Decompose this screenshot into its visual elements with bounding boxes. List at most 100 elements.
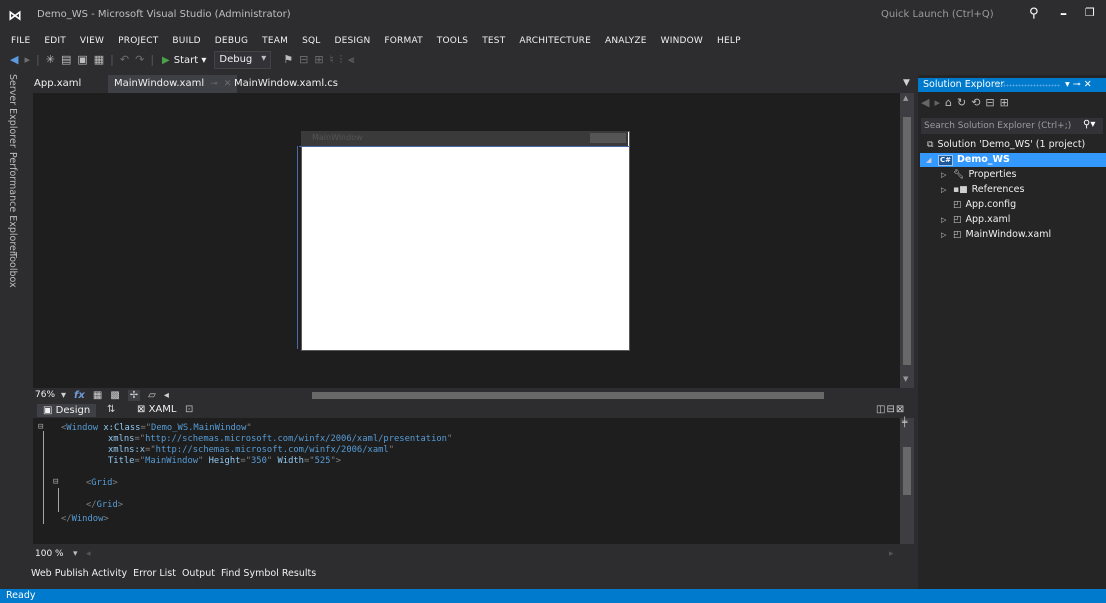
tab-web-publish-activity[interactable]: Web Publish Activity — [28, 567, 130, 581]
nav-bookmark-icon[interactable]: ⫷ — [348, 52, 354, 68]
menu-window[interactable]: WINDOW — [654, 34, 710, 48]
document-list-dropdown-icon[interactable]: ▼ — [903, 78, 910, 88]
tree-item-references[interactable]: ▷ ▪■ References — [941, 183, 1024, 197]
tab-error-list[interactable]: Error List — [130, 567, 179, 581]
search-icon[interactable]: ⚲ — [1029, 6, 1039, 21]
drag-grip[interactable] — [994, 84, 1060, 87]
editor-scroll-left-icon[interactable]: ◂ — [86, 549, 91, 559]
collapse-all-icon[interactable]: ⊟ — [985, 96, 999, 109]
collapsed-arrow-icon[interactable]: ▷ — [941, 228, 948, 242]
menu-tools[interactable]: TOOLS — [430, 34, 475, 48]
splitter-icon[interactable]: ╪ — [902, 418, 907, 428]
tree-item-solution[interactable]: ⧉ Solution 'Demo_WS' (1 project) — [927, 138, 1085, 152]
menu-project[interactable]: PROJECT — [111, 34, 165, 48]
designer-horizontal-scroll-thumb[interactable] — [312, 392, 824, 399]
refresh-icon[interactable]: ⟲ — [971, 96, 985, 109]
pin-icon[interactable]: ⊸ — [210, 79, 218, 89]
restore-button[interactable]: ❐ — [1085, 6, 1095, 19]
popout-xaml-icon[interactable]: ⊡ — [185, 404, 193, 415]
home-icon[interactable]: ⌂ — [945, 96, 957, 109]
browser-link-icon[interactable]: ⚑ — [283, 52, 293, 68]
menu-sql[interactable]: SQL — [295, 34, 327, 48]
collapsed-arrow-icon[interactable]: ▷ — [941, 168, 948, 182]
search-icon[interactable]: ⚲▾ — [1083, 119, 1095, 130]
start-debugging-button[interactable]: ▶ Start ▾ — [162, 55, 206, 66]
menu-team[interactable]: TEAM — [255, 34, 295, 48]
snap-gridlines-icon[interactable]: ▩ — [110, 390, 119, 401]
tab-mainwindow-xaml-cs[interactable]: MainWindow.xaml.cs — [228, 75, 344, 93]
performance-explorer-tab[interactable]: Performance Explorer — [7, 152, 18, 255]
menu-analyze[interactable]: ANALYZE — [598, 34, 654, 48]
solution-explorer-toolbar[interactable]: ◀▸⌂↻⟲⊟⊞ — [921, 96, 1106, 112]
editor-zoom-select[interactable]: 100 % — [35, 549, 64, 559]
forward-icon[interactable]: ▸ — [24, 52, 30, 68]
tree-item-project[interactable]: ◢ C# Demo_WS — [920, 153, 1106, 167]
split-layout-icons[interactable]: ◫⊟⊠ — [876, 404, 905, 415]
solution-configuration-dropdown[interactable]: Debug — [214, 51, 272, 69]
expanded-arrow-icon[interactable]: ◢ — [926, 153, 933, 167]
editor-scroll-thumb[interactable] — [903, 447, 911, 495]
save-icon[interactable]: ▣ — [77, 52, 87, 68]
menu-file[interactable]: FILE — [0, 34, 37, 48]
menu-debug[interactable]: DEBUG — [208, 34, 255, 48]
designer-scroll-thumb[interactable] — [903, 117, 911, 365]
editor-zoom-dropdown-icon[interactable]: ▾ — [73, 549, 78, 559]
grid-icon[interactable]: ▦ — [93, 390, 102, 401]
open-file-icon[interactable]: ▤ — [61, 52, 71, 68]
menu-test[interactable]: TEST — [475, 34, 512, 48]
tree-item-app-config[interactable]: ◰ App.config — [953, 198, 1016, 212]
swap-panes-icon[interactable]: ⇅ — [107, 404, 115, 415]
menu-help[interactable]: HELP — [710, 34, 748, 48]
editor-scroll-right-icon[interactable]: ▸ — [889, 549, 894, 559]
align-icon[interactable]: ⊟ — [299, 52, 308, 68]
tab-output[interactable]: Output — [179, 567, 218, 581]
scroll-up-icon[interactable]: ▲ — [903, 94, 908, 102]
tab-find-symbol-results[interactable]: Find Symbol Results — [218, 567, 319, 581]
design-view-tab[interactable]: ▣ Design — [37, 404, 97, 417]
menu-edit[interactable]: EDIT — [37, 34, 73, 48]
bookmark-icon[interactable]: ⫶ — [340, 52, 343, 68]
tree-item-properties[interactable]: ▷ 🔧︎ Properties — [941, 168, 1016, 182]
toolbox-tab[interactable]: Toolbox — [7, 252, 18, 288]
scroll-left-icon[interactable]: ◂ — [164, 390, 169, 401]
xaml-view-tab[interactable]: ⊠ XAML — [137, 404, 176, 415]
new-project-icon[interactable]: ✳ — [46, 52, 55, 68]
annotation-icon[interactable]: ▱ — [148, 390, 156, 401]
forward-icon[interactable]: ▸ — [934, 96, 945, 109]
collapse-grid-icon[interactable]: ⊟ — [53, 477, 59, 488]
collapsed-arrow-icon[interactable]: ▷ — [941, 183, 948, 197]
menu-design[interactable]: DESIGN — [327, 34, 377, 48]
effects-icon[interactable]: fx — [74, 390, 85, 401]
tree-item-mainwindow-xaml[interactable]: ▷ ◰ MainWindow.xaml — [941, 228, 1051, 242]
menu-view[interactable]: VIEW — [73, 34, 111, 48]
grid-adorner-top[interactable] — [299, 146, 630, 147]
wpf-window-preview[interactable] — [301, 131, 630, 351]
collapsed-arrow-icon[interactable]: ▷ — [941, 213, 948, 227]
tab-app-xaml[interactable]: App.xaml — [28, 75, 87, 93]
panel-window-buttons[interactable]: ▾⊸✕ — [1065, 79, 1095, 90]
show-all-files-icon[interactable]: ⊞ — [1000, 96, 1014, 109]
back-icon[interactable]: ◀ — [10, 52, 18, 68]
tab-mainwindow-xaml[interactable]: MainWindow.xaml ⊸ ✕ — [108, 75, 238, 93]
sync-icon[interactable]: ↻ — [957, 96, 971, 109]
redo-icon[interactable]: ↷ — [135, 52, 144, 68]
designer-zoom-select[interactable]: 76% — [35, 390, 55, 400]
menu-architecture[interactable]: ARCHITECTURE — [512, 34, 598, 48]
undo-icon[interactable]: ↶ — [120, 52, 129, 68]
menu-build[interactable]: BUILD — [165, 34, 207, 48]
zoom-dropdown-icon[interactable]: ▾ — [61, 390, 66, 401]
comment-icon[interactable]: ♮ — [330, 52, 334, 68]
quick-launch-input[interactable]: Quick Launch (Ctrl+Q) — [877, 4, 1041, 26]
back-icon[interactable]: ◀ — [921, 96, 934, 109]
server-explorer-tab[interactable]: Server Explorer — [7, 74, 18, 148]
menu-format[interactable]: FORMAT — [377, 34, 429, 48]
collapse-window-icon[interactable]: ⊟ — [38, 422, 44, 433]
scroll-down-icon[interactable]: ▼ — [903, 375, 908, 383]
grid-adorner-left[interactable] — [297, 146, 298, 349]
indent-icon[interactable]: ⊞ — [314, 52, 323, 68]
tree-item-app-xaml[interactable]: ▷ ◰ App.xaml — [941, 213, 1010, 227]
save-all-icon[interactable]: ▦ — [94, 52, 104, 68]
snap-lines-icon[interactable]: ✢ — [127, 389, 141, 401]
minimize-button[interactable]: – — [1060, 6, 1067, 22]
solution-explorer-search-input[interactable]: Search Solution Explorer (Ctrl+;) — [921, 118, 1103, 134]
